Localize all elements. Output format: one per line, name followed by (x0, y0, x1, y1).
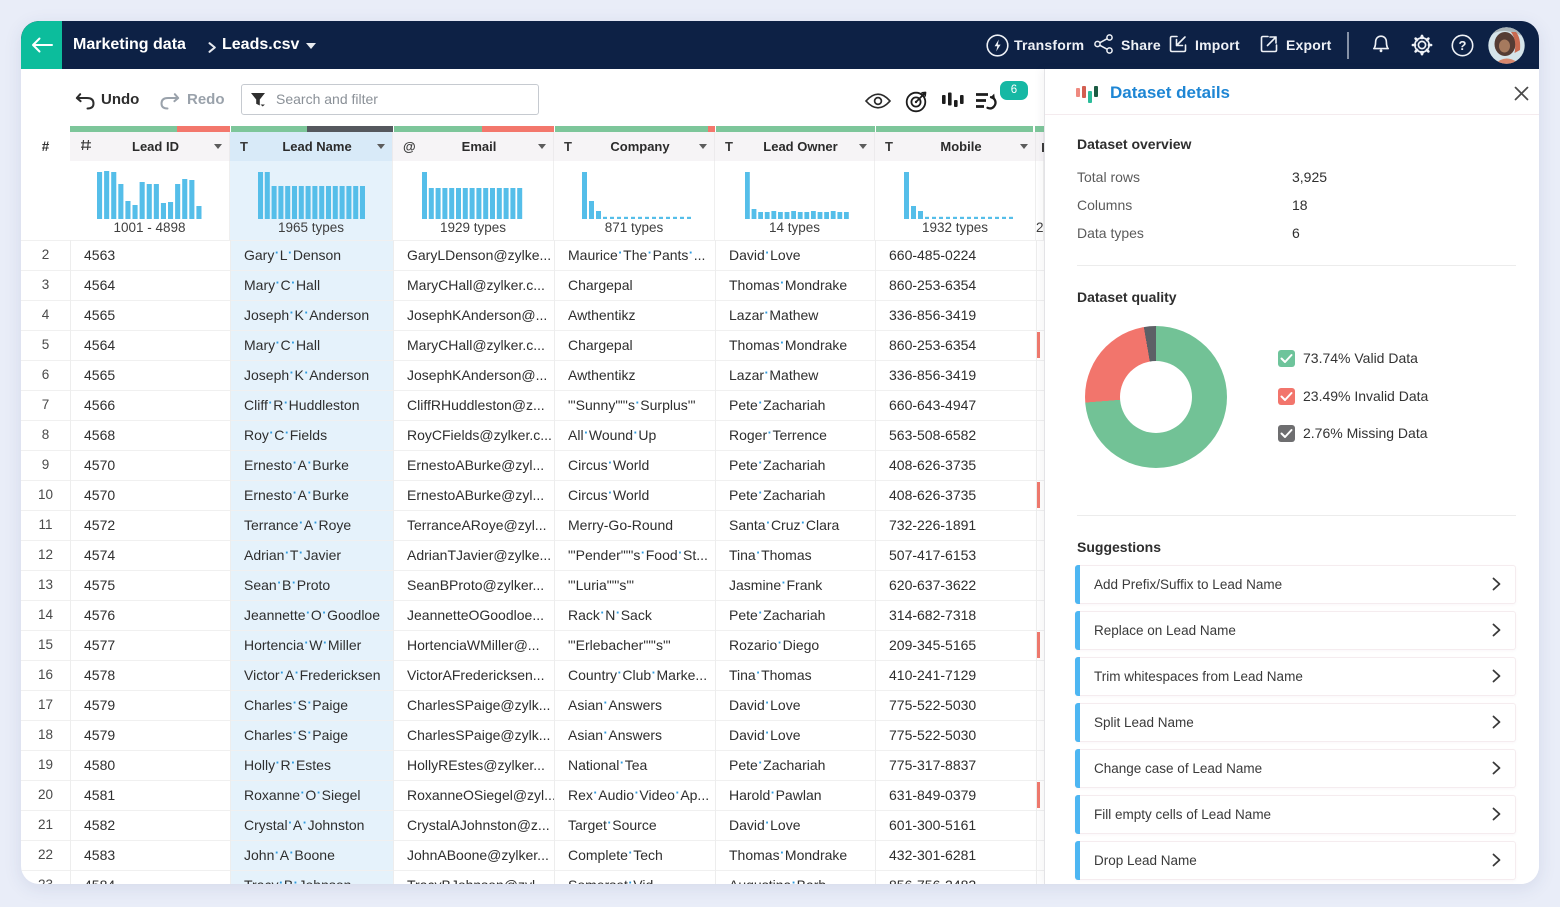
svg-text:?: ? (1459, 38, 1467, 53)
